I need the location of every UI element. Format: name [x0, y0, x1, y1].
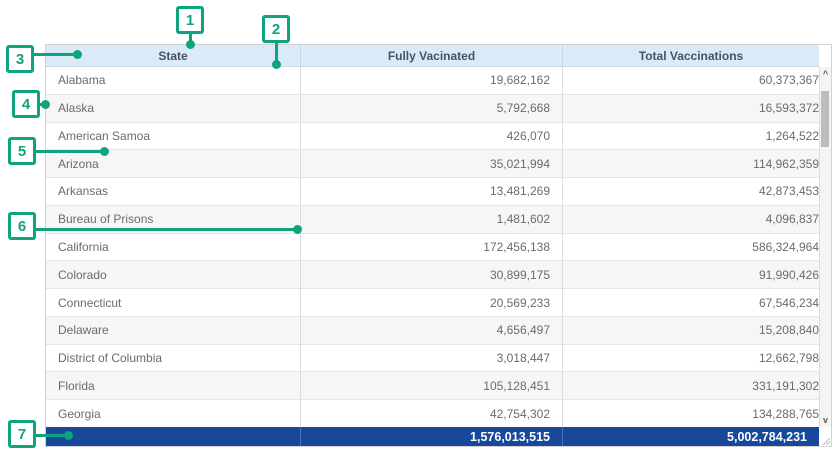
- cell-total-vaccinations: 1,264,522: [563, 123, 819, 150]
- table-row[interactable]: Delaware 4,656,497 15,208,840: [46, 316, 831, 344]
- callout-5-dot: [100, 147, 109, 156]
- cell-fully-vaccinated: 42,754,302: [301, 400, 563, 427]
- table-row[interactable]: American Samoa 426,070 1,264,522: [46, 122, 831, 150]
- vaccination-table: State Fully Vacinated Total Vaccinations…: [45, 44, 832, 447]
- cell-total-vaccinations: 114,962,359: [563, 150, 819, 177]
- cell-state: Alaska: [46, 95, 301, 122]
- callout-5-line: [35, 150, 105, 153]
- cell-state: Georgia: [46, 400, 301, 427]
- callout-2-badge: 2: [262, 15, 290, 43]
- cell-fully-vaccinated: 1,481,602: [301, 206, 563, 233]
- cell-state: Arkansas: [46, 178, 301, 205]
- table-row[interactable]: Arizona 35,021,994 114,962,359: [46, 149, 831, 177]
- cell-total-vaccinations: 67,546,234: [563, 289, 819, 316]
- callout-2-dot: [272, 60, 281, 69]
- table-row[interactable]: District of Columbia 3,018,447 12,662,79…: [46, 344, 831, 372]
- callout-5-badge: 5: [8, 137, 36, 165]
- cell-fully-vaccinated: 172,456,138: [301, 234, 563, 261]
- cell-fully-vaccinated: 19,682,162: [301, 67, 563, 94]
- callout-3-dot: [73, 50, 82, 59]
- callout-6-badge: 6: [8, 212, 36, 240]
- callout-4-badge: 4: [12, 90, 40, 118]
- callout-7-badge: 7: [8, 420, 36, 448]
- cell-fully-vaccinated: 105,128,451: [301, 372, 563, 399]
- cell-total-vaccinations: 42,873,453: [563, 178, 819, 205]
- cell-state: Florida: [46, 372, 301, 399]
- callout-6-line: [35, 228, 298, 231]
- table-row[interactable]: Alaska 5,792,668 16,593,372: [46, 94, 831, 122]
- totals-total-vaccinations: 5,002,784,231: [563, 427, 819, 446]
- table-row[interactable]: Florida 105,128,451 331,191,302: [46, 371, 831, 399]
- scroll-down-icon[interactable]: v: [820, 413, 831, 427]
- cell-total-vaccinations: 4,096,837: [563, 206, 819, 233]
- cell-total-vaccinations: 134,288,765: [563, 400, 819, 427]
- callout-7-dot: [64, 431, 73, 440]
- cell-fully-vaccinated: 5,792,668: [301, 95, 563, 122]
- cell-state: Alabama: [46, 67, 301, 94]
- scrollbar-thumb[interactable]: [821, 91, 829, 147]
- table-row[interactable]: California 172,456,138 586,324,964: [46, 233, 831, 261]
- cell-state: American Samoa: [46, 123, 301, 150]
- table-header-row: State Fully Vacinated Total Vaccinations: [46, 45, 819, 67]
- cell-state: Arizona: [46, 150, 301, 177]
- column-header-state[interactable]: State: [46, 45, 301, 66]
- cell-fully-vaccinated: 13,481,269: [301, 178, 563, 205]
- totals-row: 1,576,013,515 5,002,784,231: [46, 427, 819, 446]
- cell-total-vaccinations: 331,191,302: [563, 372, 819, 399]
- callout-3-line: [33, 53, 78, 56]
- cell-fully-vaccinated: 426,070: [301, 123, 563, 150]
- callout-3-badge: 3: [6, 45, 34, 73]
- annotated-table-screenshot: State Fully Vacinated Total Vaccinations…: [0, 0, 833, 453]
- table-row[interactable]: Alabama 19,682,162 60,373,367: [46, 67, 831, 94]
- callout-6-dot: [293, 225, 302, 234]
- cell-total-vaccinations: 586,324,964: [563, 234, 819, 261]
- cell-state: California: [46, 234, 301, 261]
- table-body: Alabama 19,682,162 60,373,367 Alaska 5,7…: [46, 67, 831, 427]
- resize-grip-icon[interactable]: [822, 437, 830, 445]
- table-row[interactable]: Georgia 42,754,302 134,288,765: [46, 399, 831, 427]
- table-row[interactable]: Colorado 30,899,175 91,990,426: [46, 260, 831, 288]
- cell-total-vaccinations: 15,208,840: [563, 317, 819, 344]
- cell-state: Connecticut: [46, 289, 301, 316]
- cell-fully-vaccinated: 35,021,994: [301, 150, 563, 177]
- column-header-fully-vaccinated[interactable]: Fully Vacinated: [301, 45, 563, 66]
- cell-total-vaccinations: 12,662,798: [563, 345, 819, 372]
- cell-fully-vaccinated: 3,018,447: [301, 345, 563, 372]
- cell-state: Delaware: [46, 317, 301, 344]
- table-row[interactable]: Connecticut 20,569,233 67,546,234: [46, 288, 831, 316]
- callout-1-badge: 1: [176, 6, 204, 34]
- scroll-up-icon[interactable]: ^: [820, 67, 831, 81]
- column-header-total-vaccinations[interactable]: Total Vaccinations: [563, 45, 819, 66]
- cell-fully-vaccinated: 20,569,233: [301, 289, 563, 316]
- cell-fully-vaccinated: 4,656,497: [301, 317, 563, 344]
- totals-fully-vaccinated: 1,576,013,515: [301, 427, 563, 446]
- callout-4-dot: [41, 100, 50, 109]
- totals-state-cell: [46, 427, 301, 446]
- cell-total-vaccinations: 60,373,367: [563, 67, 819, 94]
- cell-fully-vaccinated: 30,899,175: [301, 261, 563, 288]
- callout-1-dot: [186, 40, 195, 49]
- cell-state: District of Columbia: [46, 345, 301, 372]
- vertical-scrollbar[interactable]: ^ v: [819, 67, 831, 427]
- cell-total-vaccinations: 91,990,426: [563, 261, 819, 288]
- cell-total-vaccinations: 16,593,372: [563, 95, 819, 122]
- cell-state: Colorado: [46, 261, 301, 288]
- table-row[interactable]: Arkansas 13,481,269 42,873,453: [46, 177, 831, 205]
